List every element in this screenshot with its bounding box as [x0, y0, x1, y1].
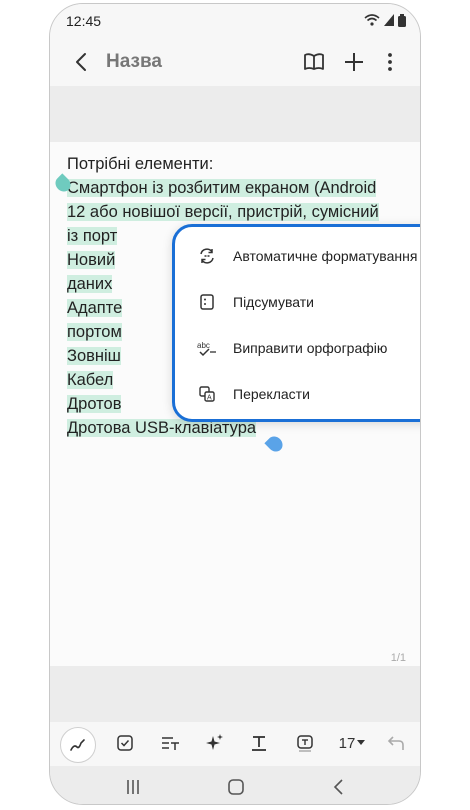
menu-item-label: Підсумувати [233, 294, 314, 310]
battery-icon [398, 13, 406, 27]
text-format-button[interactable] [248, 732, 270, 754]
auto-format-icon [197, 246, 217, 266]
pen-mode-button[interactable] [60, 727, 96, 763]
undo-icon [387, 736, 404, 750]
back-nav-icon[interactable] [328, 776, 350, 798]
undo-button[interactable] [384, 732, 406, 754]
signal-icon [384, 14, 394, 26]
checkbox-icon [117, 735, 133, 751]
bottom-toolbar: 17 [50, 722, 420, 766]
note-line: Смартфон із розбитим екраном (Android [67, 179, 377, 197]
status-bar: 12:45 [50, 4, 420, 38]
text-box-icon [297, 735, 313, 752]
font-size-value: 17 [338, 734, 356, 752]
menu-item-label: Виправити орфографію [233, 340, 388, 356]
menu-item-label: Автоматичне форматування [233, 248, 418, 264]
menu-item-translate[interactable]: A Перекласти [175, 372, 420, 416]
caret-down-icon [357, 740, 366, 745]
text-style-icon [162, 737, 179, 750]
font-size-selector[interactable]: 17 [336, 732, 368, 754]
spellcheck-icon: abc [197, 338, 217, 358]
recent-apps-icon[interactable] [122, 776, 144, 798]
sparkle-icon [206, 734, 223, 750]
menu-item-summarize[interactable]: Підсумувати [175, 280, 420, 324]
add-icon[interactable] [342, 50, 366, 74]
status-icons [364, 13, 406, 27]
home-icon[interactable] [225, 776, 247, 798]
page-indicator: 1/1 [390, 652, 406, 664]
top-margin-band [50, 86, 420, 142]
bottom-margin-band [50, 666, 420, 722]
text-style-button[interactable] [160, 732, 182, 754]
svg-text:abc: abc [197, 341, 210, 350]
phone-frame: 12:45 Назва 1/1 Потрібні елементи: Смарт… [49, 3, 421, 805]
note-line: Потрібні елементи: [67, 155, 214, 173]
back-arrow-icon[interactable] [70, 50, 94, 74]
menu-item-spellcheck[interactable]: abc Виправити орфографію [175, 326, 420, 370]
note-title[interactable]: Назва [106, 51, 162, 73]
menu-item-label: Перекласти [233, 386, 310, 402]
svg-text:A: A [207, 395, 212, 402]
context-menu: Автоматичне форматування Підсумувати abc… [172, 224, 420, 422]
ai-assist-button[interactable] [204, 732, 226, 754]
text-format-icon [252, 736, 266, 751]
menu-item-auto-format[interactable]: Автоматичне форматування [175, 234, 420, 278]
system-nav-bar [50, 766, 420, 804]
checkbox-button[interactable] [114, 732, 136, 754]
text-box-button[interactable] [294, 732, 316, 754]
more-options-icon[interactable] [378, 50, 402, 74]
translate-icon: A [197, 384, 217, 404]
pen-icon [70, 739, 85, 751]
book-icon[interactable] [302, 50, 326, 74]
app-bar: Назва [50, 38, 420, 86]
status-time: 12:45 [66, 13, 102, 29]
summary-icon [197, 292, 217, 312]
wifi-icon [364, 14, 380, 26]
note-line: 12 або новішої версії, пристрій, сумісни… [67, 203, 379, 221]
